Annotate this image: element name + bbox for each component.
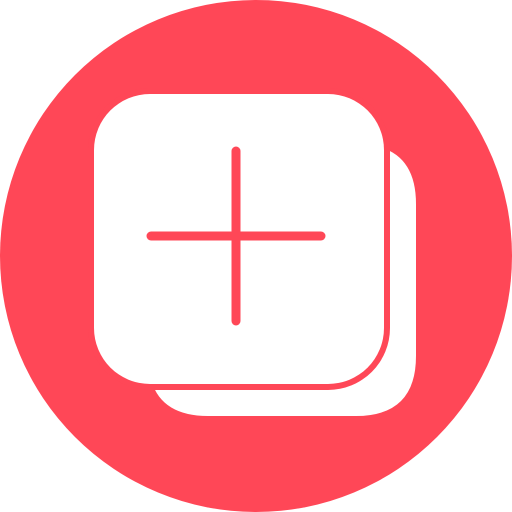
add-layer-icon — [0, 0, 512, 512]
add-layer-app-icon[interactable] — [0, 0, 512, 512]
